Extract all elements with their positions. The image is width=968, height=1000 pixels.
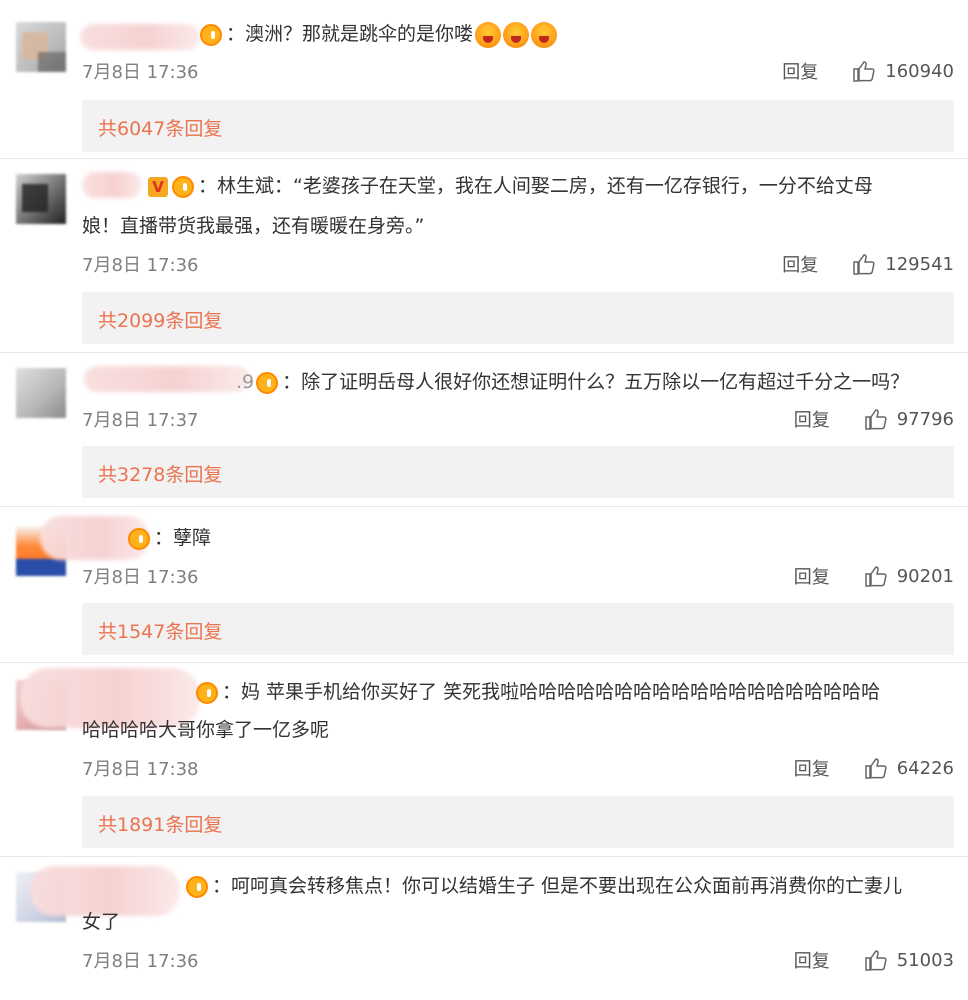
reply-button[interactable]: 回复 bbox=[794, 406, 830, 432]
comment-text-line: 哈哈哈哈大哥你拿了一亿多呢 bbox=[82, 719, 330, 741]
comment-text: ：孽障 bbox=[128, 518, 948, 558]
like-count: 160940 bbox=[885, 60, 954, 82]
sub-replies-link[interactable]: 共6047条回复 bbox=[98, 114, 222, 141]
comment-actions: 回复 97796 bbox=[794, 406, 954, 432]
crown-icon bbox=[256, 371, 279, 394]
like-button[interactable]: 90201 bbox=[864, 565, 954, 587]
comment-text: ：澳洲？那就是跳伞的是你喽 bbox=[200, 14, 948, 54]
comment-text: .9 ：除了证明岳母人很好你还想证明什么？五万除以一亿有超过千分之一吗？ bbox=[236, 362, 948, 402]
reply-button[interactable]: 回复 bbox=[782, 58, 818, 84]
thumb-up-icon bbox=[864, 758, 887, 779]
avatar[interactable] bbox=[16, 368, 66, 418]
comment-time: 7月8日 17:36 bbox=[82, 62, 199, 83]
like-button[interactable]: 51003 bbox=[864, 949, 954, 971]
comment-time: 7月8日 17:36 bbox=[82, 255, 199, 276]
username-tail: .9 bbox=[236, 371, 255, 393]
sub-replies-link[interactable]: 共2099条回复 bbox=[98, 306, 222, 333]
comment-text-line: 女了 bbox=[82, 911, 121, 933]
sub-replies-link[interactable]: 共1891条回复 bbox=[98, 810, 222, 837]
username-blurred[interactable] bbox=[80, 24, 200, 50]
sub-replies-link[interactable]: 共1547条回复 bbox=[98, 617, 222, 644]
like-count: 97796 bbox=[896, 408, 954, 430]
thumb-up-icon bbox=[853, 254, 875, 275]
comment-actions: 回复 51003 bbox=[794, 947, 954, 973]
angry-face-icon bbox=[475, 21, 502, 48]
comment-text-line: ：除了证明岳母人很好你还想证明什么？五万除以一亿有超过千分之一吗？ bbox=[282, 371, 910, 393]
comment-actions: 回复 160940 bbox=[782, 58, 954, 84]
avatar[interactable] bbox=[16, 22, 66, 72]
crown-icon bbox=[196, 681, 218, 704]
crown-icon bbox=[186, 875, 208, 898]
divider bbox=[0, 352, 968, 353]
reply-button[interactable]: 回复 bbox=[782, 251, 818, 277]
divider bbox=[0, 506, 968, 507]
comment-actions: 回复 90201 bbox=[794, 563, 954, 589]
sub-replies-bar: 共1547条回复 bbox=[82, 603, 954, 655]
vip-badge-icon: V bbox=[148, 176, 168, 197]
like-button[interactable]: 97796 bbox=[864, 408, 954, 430]
thumb-up-icon bbox=[853, 61, 875, 82]
comment-text-line: ：澳洲？那就是跳伞的是你喽 bbox=[226, 23, 474, 45]
comment-time: 7月8日 17:38 bbox=[82, 759, 199, 780]
angry-face-icon bbox=[531, 21, 558, 48]
comment-text-line: ：呵呵真会转移焦点！你可以结婚生子 但是不要出现在公众面前再消费你的亡妻儿 bbox=[212, 875, 903, 897]
sub-replies-bar: 共6047条回复 bbox=[82, 100, 954, 152]
reply-button[interactable]: 回复 bbox=[794, 947, 830, 973]
sub-replies-bar: 共3278条回复 bbox=[82, 446, 954, 498]
like-button[interactable]: 129541 bbox=[852, 253, 954, 275]
comment-text: 女了 bbox=[82, 902, 948, 942]
sub-replies-bar: 共1891条回复 bbox=[82, 796, 954, 848]
comment-text: V ：林生斌：“老婆孩子在天堂，我在人间娶二房，还有一亿存银行，一分不给丈母 bbox=[148, 166, 948, 206]
username-blurred[interactable] bbox=[82, 172, 142, 198]
comment-text: 娘！直播带货我最强，还有暖暖在身旁。” bbox=[82, 206, 948, 246]
comment-text-line: ：孽障 bbox=[154, 527, 212, 549]
like-count: 90201 bbox=[896, 565, 954, 587]
divider bbox=[0, 856, 968, 857]
comment-time: 7月8日 17:37 bbox=[82, 410, 199, 431]
comment-actions: 回复 64226 bbox=[794, 755, 954, 781]
comment-time: 7月8日 17:36 bbox=[82, 951, 199, 972]
comment-text-line: 娘！直播带货我最强，还有暖暖在身旁。” bbox=[82, 215, 425, 237]
comment-text-line: ：妈 苹果手机给你买好了 笑死我啦哈哈哈哈哈哈哈哈哈哈哈哈哈哈哈哈哈哈哈 bbox=[222, 681, 881, 703]
like-count: 129541 bbox=[885, 253, 954, 275]
thumb-up-icon bbox=[864, 566, 887, 587]
comment-time: 7月8日 17:36 bbox=[82, 567, 199, 588]
crown-icon bbox=[128, 527, 150, 550]
reply-button[interactable]: 回复 bbox=[794, 563, 830, 589]
comment-text: ：呵呵真会转移焦点！你可以结婚生子 但是不要出现在公众面前再消费你的亡妻儿 bbox=[186, 866, 948, 906]
crown-icon bbox=[200, 23, 222, 46]
thumb-up-icon bbox=[864, 409, 887, 430]
comment-actions: 回复 129541 bbox=[782, 251, 954, 277]
like-button[interactable]: 64226 bbox=[864, 757, 954, 779]
sub-replies-link[interactable]: 共3278条回复 bbox=[98, 460, 222, 487]
sub-replies-bar: 共2099条回复 bbox=[82, 292, 954, 344]
thumb-up-icon bbox=[864, 950, 887, 971]
username-blurred[interactable] bbox=[84, 366, 250, 392]
like-count: 51003 bbox=[896, 949, 954, 971]
divider bbox=[0, 662, 968, 663]
angry-face-icon bbox=[503, 21, 530, 48]
like-count: 64226 bbox=[896, 757, 954, 779]
comment-text-line: ：林生斌：“老婆孩子在天堂，我在人间娶二房，还有一亿存银行，一分不给丈母 bbox=[198, 175, 873, 197]
comment-text: ：妈 苹果手机给你买好了 笑死我啦哈哈哈哈哈哈哈哈哈哈哈哈哈哈哈哈哈哈哈 bbox=[196, 672, 948, 712]
crown-icon bbox=[172, 175, 194, 198]
reply-button[interactable]: 回复 bbox=[794, 755, 830, 781]
avatar[interactable] bbox=[16, 174, 66, 224]
comment-text: 哈哈哈哈大哥你拿了一亿多呢 bbox=[82, 710, 948, 750]
like-button[interactable]: 160940 bbox=[852, 60, 954, 82]
divider bbox=[0, 158, 968, 159]
